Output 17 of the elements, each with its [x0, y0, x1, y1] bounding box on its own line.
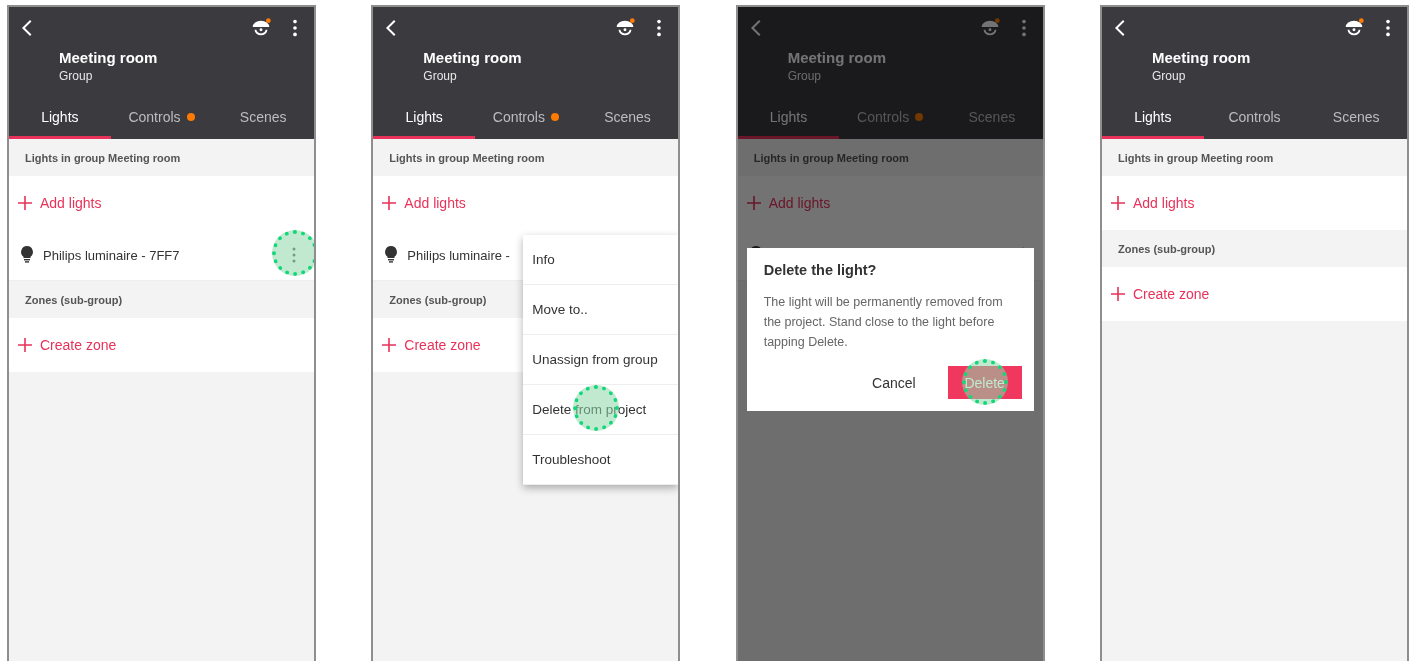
section-header: Lights in group Meeting room — [389, 151, 545, 164]
screen-title: Meeting room — [787, 49, 887, 66]
section-header: Lights in group Meeting room — [1118, 151, 1274, 164]
screen-title: Meeting room — [423, 49, 523, 66]
section-header: Zones (sub-group) — [1118, 242, 1216, 255]
section-header: Lights in group Meeting room — [25, 151, 181, 164]
screen-subtitle: Group — [59, 69, 94, 83]
screen-subtitle: Group — [1152, 69, 1187, 83]
section-header: Zones (sub-group) — [25, 293, 123, 306]
screen-subtitle: Group — [423, 69, 458, 83]
dialog-message: The light will be permanently removed from the project. Stand close to the light before tapping Delete. — [763, 294, 1004, 351]
screen-title: Meeting room — [1152, 49, 1252, 66]
section-header: Lights in group Meeting room — [753, 151, 909, 164]
screen-subtitle: Group — [787, 69, 822, 83]
dialog-title: Delete the light? — [763, 262, 878, 278]
screen-title: Meeting room — [59, 49, 159, 66]
section-header: Zones (sub-group) — [389, 293, 487, 306]
